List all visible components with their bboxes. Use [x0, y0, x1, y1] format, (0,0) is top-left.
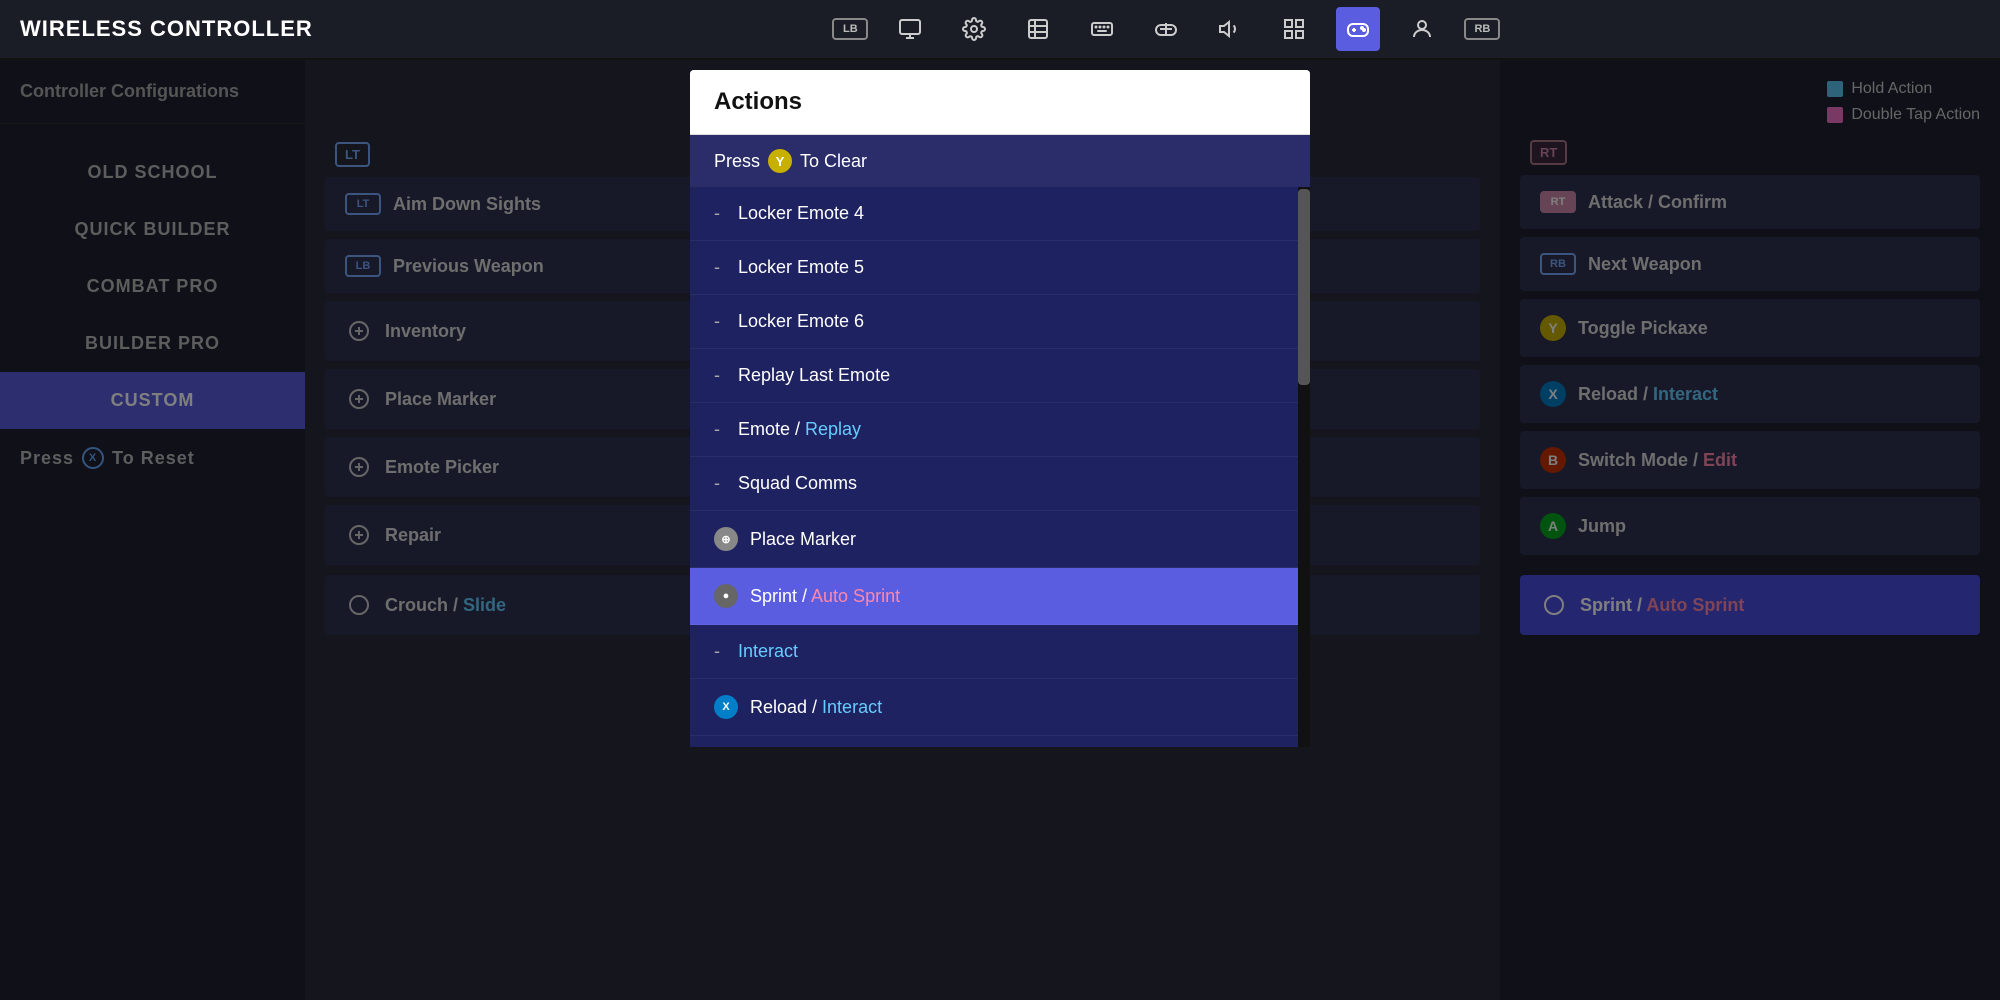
item-label: Replay Last Emote [738, 365, 890, 386]
item-label: Locker Emote 5 [738, 257, 864, 278]
item-label: Place Marker [750, 529, 856, 550]
modal-item-locker-emote-6[interactable]: - Locker Emote 6 [690, 295, 1310, 349]
modal-overlay: Actions Press Y To Clear - Locker Emote … [0, 60, 2000, 1000]
item-label: Emote / Replay [738, 419, 861, 440]
main-content: Controller Configurations OLD SCHOOL QUI… [0, 60, 2000, 1000]
modal-item-locker-emote-5[interactable]: - Locker Emote 5 [690, 241, 1310, 295]
modal-item-interact[interactable]: - Interact [690, 625, 1310, 679]
app-title: WIRELESS CONTROLLER [20, 16, 313, 42]
dash-icon: - [714, 257, 726, 278]
dash-icon: - [714, 203, 726, 224]
modal-item-edit[interactable]: - Edit [690, 736, 1310, 747]
modal-scrollbar[interactable] [1298, 187, 1310, 747]
modal-item-place-marker[interactable]: ⊕ Place Marker [690, 511, 1310, 568]
nav-person[interactable] [1400, 7, 1444, 51]
dash-icon: - [714, 365, 726, 386]
nav-table[interactable] [1016, 7, 1060, 51]
nav-gear[interactable] [952, 7, 996, 51]
item-label: Reload / Interact [750, 697, 882, 718]
item-label: Locker Emote 6 [738, 311, 864, 332]
modal-item-sprint-auto[interactable]: ● Sprint / Auto Sprint [690, 568, 1310, 625]
nav-lb[interactable]: LB [832, 18, 868, 40]
nav-gamepad[interactable] [1144, 7, 1188, 51]
nav-monitor[interactable] [888, 7, 932, 51]
subheader-prefix: Press [714, 151, 760, 172]
actions-modal: Actions Press Y To Clear - Locker Emote … [690, 70, 1310, 747]
dash-icon: - [714, 473, 726, 494]
x-icon: X [714, 695, 738, 719]
auto-sprint-modal-highlight: Auto Sprint [811, 586, 900, 606]
place-marker-icon: ⊕ [714, 527, 738, 551]
nav-keyboard[interactable] [1080, 7, 1124, 51]
interact-modal-highlight: Interact [822, 697, 882, 717]
subheader-suffix: To Clear [800, 151, 867, 172]
modal-item-replay-last-emote[interactable]: - Replay Last Emote [690, 349, 1310, 403]
nav-rb[interactable]: RB [1464, 18, 1500, 40]
modal-scrollbar-thumb [1298, 189, 1310, 385]
nav-icons: LB [353, 7, 1980, 51]
item-label: Locker Emote 4 [738, 203, 864, 224]
dash-icon: - [714, 311, 726, 332]
modal-item-reload-interact[interactable]: X Reload / Interact [690, 679, 1310, 736]
modal-item-squad-comms[interactable]: - Squad Comms [690, 457, 1310, 511]
replay-highlight: Replay [805, 419, 861, 439]
modal-wrapper: Actions Press Y To Clear - Locker Emote … [690, 70, 1310, 747]
item-label: Squad Comms [738, 473, 857, 494]
dash-icon: - [714, 641, 726, 662]
modal-subheader: Press Y To Clear [690, 135, 1310, 187]
modal-item-locker-emote-4[interactable]: - Locker Emote 4 [690, 187, 1310, 241]
modal-title: Actions [690, 70, 1310, 135]
nav-speaker[interactable] [1208, 7, 1252, 51]
top-bar: WIRELESS CONTROLLER LB [0, 0, 2000, 60]
nav-grid[interactable] [1272, 7, 1316, 51]
y-button-subheader: Y [768, 149, 792, 173]
sprint-icon: ● [714, 584, 738, 608]
item-label: Sprint / Auto Sprint [750, 586, 900, 607]
modal-list: - Locker Emote 4 - Locker Emote 5 - Lock… [690, 187, 1310, 747]
modal-item-emote-replay[interactable]: - Emote / Replay [690, 403, 1310, 457]
nav-controller[interactable] [1336, 7, 1380, 51]
interact-modal-label: Interact [738, 641, 798, 662]
dash-icon: - [714, 419, 726, 440]
